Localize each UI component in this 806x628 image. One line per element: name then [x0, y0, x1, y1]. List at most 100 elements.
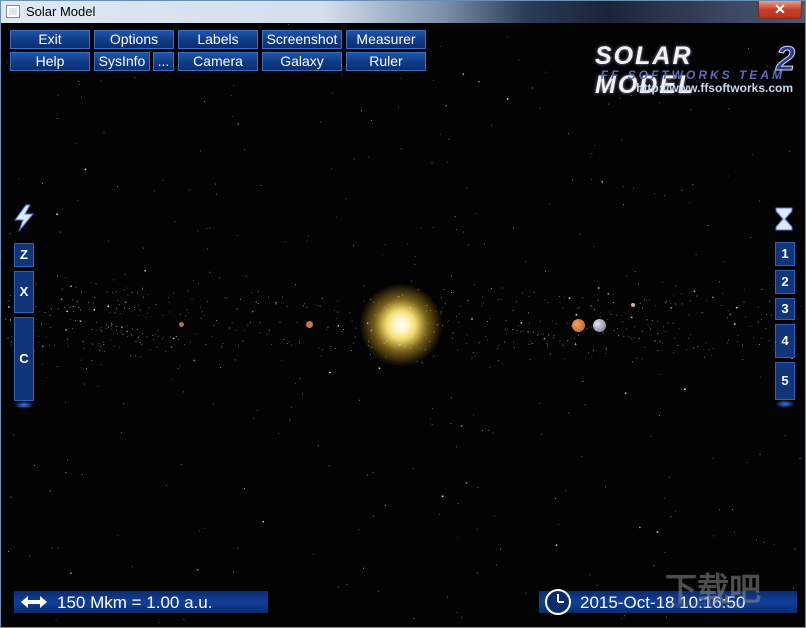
sysinfo-button[interactable]: SysInfo — [94, 52, 150, 71]
camera-button[interactable]: Camera — [178, 52, 258, 71]
planet-mercury[interactable] — [179, 322, 184, 327]
star — [590, 306, 592, 308]
measurer-button[interactable]: Measurer — [346, 30, 426, 49]
star — [489, 366, 491, 368]
double-arrow-icon — [19, 591, 49, 618]
star — [788, 150, 790, 152]
speed-3-button[interactable]: 3 — [775, 298, 795, 320]
zoom-z-button[interactable]: Z — [14, 243, 34, 267]
star — [723, 260, 725, 262]
star — [155, 304, 157, 306]
star — [488, 430, 490, 431]
planet-mars[interactable] — [631, 303, 635, 307]
star — [796, 318, 798, 320]
logo-url[interactable]: http://www.ffsoftworks.com — [636, 81, 793, 95]
close-button[interactable]: ✕ — [758, 1, 802, 19]
star — [224, 296, 226, 298]
zoom-x-button[interactable]: X — [14, 271, 34, 313]
star — [563, 296, 565, 298]
star — [490, 288, 492, 289]
star — [547, 345, 549, 347]
star — [442, 288, 444, 290]
title-bar[interactable]: Solar Model ✕ — [1, 1, 805, 23]
ruler-button[interactable]: Ruler — [346, 52, 426, 71]
exit-button[interactable]: Exit — [10, 30, 90, 49]
sun[interactable] — [360, 284, 442, 366]
star — [104, 350, 106, 352]
star — [628, 304, 630, 306]
star — [145, 317, 147, 319]
more-button[interactable]: ... — [153, 52, 174, 71]
star — [712, 535, 714, 537]
star — [123, 403, 125, 405]
star — [433, 356, 435, 357]
star — [713, 457, 714, 459]
star — [664, 552, 666, 554]
planet-moon[interactable] — [593, 319, 606, 332]
star — [765, 328, 767, 330]
star — [447, 319, 449, 321]
star — [632, 361, 633, 363]
star — [48, 344, 50, 346]
star — [649, 299, 651, 301]
star — [150, 50, 152, 52]
star — [582, 381, 584, 382]
star — [219, 277, 220, 279]
planet-venus[interactable] — [306, 321, 313, 328]
star — [513, 341, 515, 343]
speed-2-button[interactable]: 2 — [775, 270, 795, 294]
lightning-icon[interactable] — [12, 204, 36, 232]
galaxy-button[interactable]: Galaxy — [262, 52, 342, 71]
star — [369, 354, 371, 356]
star — [456, 446, 457, 448]
star — [719, 509, 721, 511]
star — [564, 490, 566, 492]
screenshot-button[interactable]: Screenshot — [262, 30, 342, 49]
star — [257, 302, 259, 304]
viewport[interactable]: Exit Options Labels Screenshot Measurer … — [5, 24, 802, 624]
star — [795, 344, 796, 346]
help-button[interactable]: Help — [10, 52, 90, 71]
star — [555, 544, 558, 546]
star — [520, 322, 523, 324]
planet-earth[interactable] — [572, 319, 585, 332]
star — [572, 179, 574, 181]
star — [377, 590, 379, 592]
star — [548, 334, 550, 336]
star — [537, 335, 539, 336]
star — [352, 342, 354, 344]
star — [539, 108, 541, 109]
star — [41, 323, 43, 325]
star — [478, 80, 480, 83]
star — [414, 256, 416, 257]
star — [504, 329, 506, 330]
star — [124, 274, 126, 275]
window-title: Solar Model — [26, 4, 96, 19]
star — [613, 294, 615, 296]
speed-5-button[interactable]: 5 — [775, 362, 795, 400]
hourglass-icon[interactable] — [773, 206, 795, 232]
star — [131, 310, 133, 312]
labels-button[interactable]: Labels — [178, 30, 258, 49]
star — [41, 345, 44, 348]
zoom-c-button[interactable]: C — [14, 317, 34, 401]
star — [615, 314, 617, 316]
star — [284, 241, 286, 243]
star — [142, 333, 144, 335]
star — [456, 229, 457, 231]
star — [411, 280, 413, 282]
speed-4-button[interactable]: 4 — [775, 324, 795, 358]
star — [93, 308, 96, 311]
star — [706, 300, 708, 302]
star — [341, 331, 343, 333]
star — [162, 179, 164, 181]
options-button[interactable]: Options — [94, 30, 174, 49]
star — [514, 347, 515, 349]
app-window: Solar Model ✕ Exit Options Labels Screen… — [0, 0, 806, 628]
star — [726, 342, 728, 344]
star — [761, 288, 763, 290]
star — [159, 622, 160, 624]
speed-1-button[interactable]: 1 — [775, 242, 795, 266]
star — [162, 336, 164, 338]
star — [35, 284, 37, 285]
